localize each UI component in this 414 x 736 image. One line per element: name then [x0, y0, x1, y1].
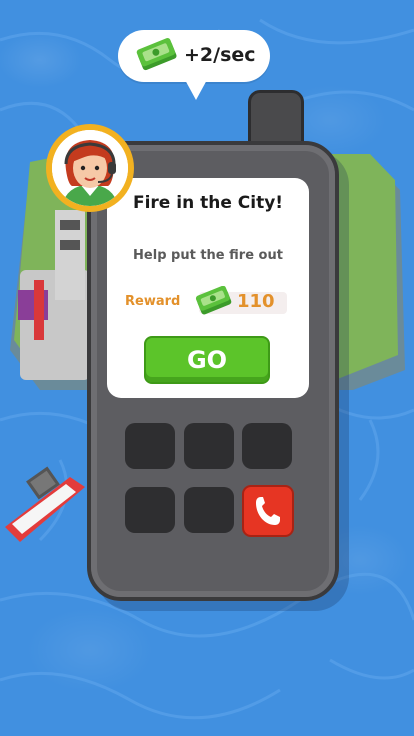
go-button[interactable]: GO — [144, 336, 270, 384]
phone-key-2[interactable] — [184, 423, 234, 469]
phone-key-3[interactable] — [242, 423, 292, 469]
call-button[interactable] — [242, 485, 294, 537]
reward-label: Reward — [125, 294, 181, 309]
income-rate-text: +2/sec — [184, 44, 256, 66]
fire-boat — [5, 466, 85, 542]
operator-avatar-icon — [52, 130, 128, 206]
reward-value: 110 — [237, 291, 275, 312]
phone-key-4[interactable] — [125, 487, 175, 533]
phone-key-1[interactable] — [125, 423, 175, 469]
phone-key-5[interactable] — [184, 487, 234, 533]
operator-avatar — [46, 124, 134, 212]
cash-stack-icon — [136, 38, 177, 71]
mission-description: Help put the fire out — [133, 248, 283, 263]
mission-screen: Fire in the City! Help put the fire out … — [107, 178, 309, 398]
phone-call-icon — [256, 497, 280, 525]
reward-cash-icon — [195, 286, 232, 315]
income-rate-bubble: +2/sec — [118, 30, 270, 100]
mission-title: Fire in the City! — [132, 193, 284, 213]
